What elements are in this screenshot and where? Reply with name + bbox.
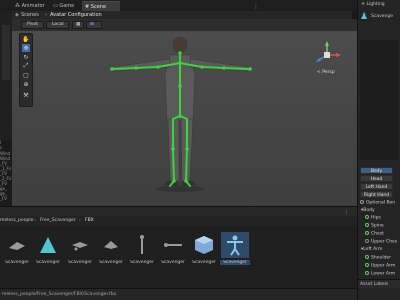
tab-scene[interactable]: # Scene: [82, 1, 120, 11]
asset-labels-header[interactable]: Asset Labels: [358, 279, 400, 288]
asset-tile[interactable]: Scavenger: [220, 232, 250, 266]
tree-item-upper-arm[interactable]: Upper Arm: [365, 263, 395, 269]
tree-group-body[interactable]: ▾Body: [361, 208, 375, 213]
path-segment[interactable]: meless_people: [0, 218, 33, 223]
tab-animator[interactable]: ⁂ Animator: [12, 1, 48, 11]
path-segment[interactable]: FBX: [85, 218, 94, 223]
local-dropdown[interactable]: Local: [46, 21, 69, 29]
list-item[interactable]: _FV: [0, 196, 7, 201]
check-icon: [365, 271, 369, 275]
pivot-dropdown[interactable]: Pivot: [21, 21, 44, 29]
more-menu-icon[interactable]: ⋮: [253, 3, 259, 10]
asset-tile[interactable]: Scavenger: [128, 232, 156, 266]
mesh-icon: [3, 232, 31, 258]
empty-check-icon: [365, 239, 369, 243]
axis-gizmo-icon: [316, 41, 341, 62]
list-item[interactable]: c: [0, 145, 2, 150]
scenes-icon: ◈: [15, 12, 19, 18]
walk-icon: [128, 232, 156, 258]
tree-item-shoulder[interactable]: Shoulder: [365, 255, 391, 261]
options-icon[interactable]: ⋮: [344, 209, 349, 215]
custom-tool-icon[interactable]: ⚒: [22, 91, 30, 99]
tab-game[interactable]: ▭ Game: [50, 1, 80, 11]
transform-tool-icon[interactable]: ⊕: [22, 80, 30, 88]
tab-lighting[interactable]: ☀ Lighting: [361, 2, 385, 7]
breadcrumb: ◈ Scenes › Avatar Configuration: [12, 11, 352, 19]
check-icon: [365, 223, 369, 227]
tree-item-chest[interactable]: Chest: [365, 231, 384, 237]
tree-group-left-arm[interactable]: ▾Left Arm: [361, 247, 382, 252]
breadcrumb-separator-icon: ›: [45, 12, 47, 18]
check-icon: [365, 255, 369, 259]
breadcrumb-current[interactable]: Avatar Configuration: [50, 12, 102, 18]
selected-asset-path: meless_people/Free_Scavenger/FBX/Scaveng…: [0, 288, 357, 300]
body-button[interactable]: Body: [360, 167, 393, 174]
tree-item-spine[interactable]: Spine: [365, 223, 384, 229]
triangle-icon: [34, 232, 62, 258]
asset-tile[interactable]: Scavenger: [34, 232, 62, 266]
hierarchy-list: l c Wind Wind _FV _1_Fir _FV _2_Fir _FV …: [0, 140, 12, 206]
scale-tool-icon[interactable]: ⤢: [22, 62, 30, 70]
breadcrumb-scenes[interactable]: Scenes: [21, 12, 39, 18]
tree-item-hips[interactable]: Hips: [365, 215, 381, 221]
project-path-bar: meless_people › Free_Scavenger › FBX: [0, 216, 357, 226]
orientation-gizmo[interactable]: < Persp: [310, 40, 344, 75]
right-hand-button[interactable]: Right Hand: [360, 191, 393, 198]
optional-bone-toggle[interactable]: Optional Bon: [360, 200, 395, 206]
check-icon: [365, 263, 369, 267]
snap-increment-dropdown[interactable]: ⊞: [86, 21, 102, 29]
anim-icon: [159, 232, 187, 258]
head-button[interactable]: Head: [360, 175, 393, 182]
rotate-tool-icon[interactable]: ↻: [22, 53, 30, 61]
window-tab-bar: ⁂ Animator ▭ Game # Scene ⋮: [0, 0, 400, 11]
avatar-character: [110, 36, 252, 192]
perspective-label[interactable]: < Persp: [317, 70, 335, 75]
scene-toolbar: Pivot Local ▦ ⊞: [12, 19, 357, 31]
tree-item-lower-arm[interactable]: Lower Arm: [365, 271, 395, 277]
asset-tile[interactable]: Scavenger: [3, 232, 31, 266]
anim-icon: [97, 232, 125, 258]
avatar-icon: [221, 232, 249, 258]
model-icon: [190, 232, 218, 258]
anim-icon: [66, 232, 94, 258]
hand-tool-icon[interactable]: ✋: [22, 35, 30, 43]
grid-snap-button[interactable]: ▦: [72, 21, 84, 29]
path-separator-icon: ›: [34, 218, 36, 223]
path-segment[interactable]: Free_Scavenger: [40, 218, 76, 223]
check-icon: [365, 215, 369, 219]
avatar-body-map: [360, 40, 398, 160]
path-separator-icon: ›: [79, 218, 81, 223]
hierarchy-scrollbar[interactable]: [2, 25, 10, 80]
scene-viewport[interactable]: [12, 31, 357, 206]
check-icon: [365, 231, 369, 235]
object-name: Scavenge: [371, 14, 393, 19]
tree-item-upper-chest[interactable]: Upper Ches: [365, 239, 397, 245]
tool-palette: ✋ ✥ ↻ ⤢ ▢ ⊕ ⚒: [19, 33, 33, 107]
asset-tile[interactable]: Scavenger: [190, 232, 218, 266]
animator-icon: ⁂: [15, 3, 22, 9]
radio-icon: [360, 200, 364, 204]
rect-tool-icon[interactable]: ▢: [22, 71, 30, 79]
asset-tile[interactable]: Scavenger: [97, 232, 125, 266]
left-hand-button[interactable]: Left Hand: [360, 183, 393, 190]
move-tool-icon[interactable]: ✥: [22, 44, 30, 52]
asset-tile[interactable]: Scavenger: [66, 232, 94, 266]
asset-tile[interactable]: Scavenger: [159, 232, 187, 266]
avatar-icon: ♟: [360, 12, 369, 22]
